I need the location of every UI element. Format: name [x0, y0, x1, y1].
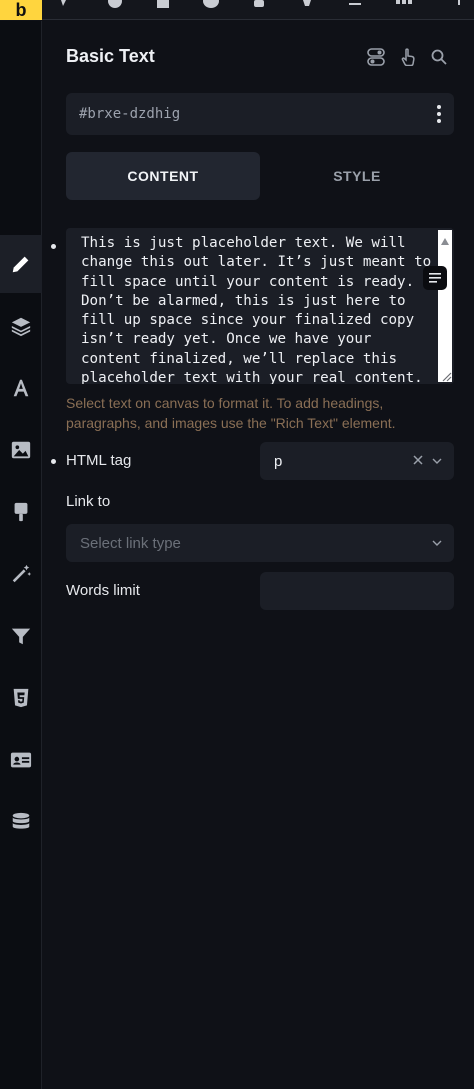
panel-title: Basic Text	[66, 46, 155, 66]
text-hint: Select text on canvas to format it. To a…	[66, 395, 396, 431]
chevron-down-icon[interactable]	[432, 538, 442, 548]
style-brush-tab[interactable]	[0, 483, 42, 541]
typography-icon	[13, 379, 29, 397]
width-icon[interactable]	[344, 0, 366, 10]
more-options-icon[interactable]	[436, 105, 442, 123]
brush-icon	[14, 502, 28, 522]
database-icon	[12, 812, 30, 829]
html-tag-select[interactable]: p	[260, 442, 454, 480]
magic-wand-icon	[12, 564, 32, 583]
layers-tab[interactable]	[0, 297, 42, 355]
css-tab[interactable]	[0, 669, 42, 727]
logo-letter: b	[15, 0, 27, 20]
left-icon-rail	[0, 21, 42, 1089]
filter-icon	[11, 628, 31, 645]
more-icon[interactable]	[448, 0, 470, 10]
pointer-hand-icon[interactable]	[397, 46, 419, 68]
link-type-placeholder: Select link type	[80, 534, 181, 552]
tab-content[interactable]: CONTENT	[66, 152, 260, 200]
html-tag-value: p	[274, 452, 283, 470]
text-format-button[interactable]	[423, 266, 447, 290]
top-toolbar: b	[0, 0, 474, 20]
query-tab[interactable]	[0, 793, 42, 851]
id-card-icon	[10, 752, 32, 768]
responsive-icon[interactable]	[296, 0, 318, 10]
filter-tab[interactable]	[0, 607, 42, 665]
effects-tab[interactable]	[0, 545, 42, 603]
list-bullet	[51, 244, 56, 249]
typography-tab[interactable]	[0, 359, 42, 417]
image-icon	[11, 441, 31, 459]
textarea-value: This is just placeholder text. We will c…	[81, 235, 440, 384]
textarea-scrollbar[interactable]	[438, 230, 452, 382]
css3-icon	[13, 688, 29, 708]
help-icon[interactable]	[104, 0, 126, 10]
pencil-icon	[12, 256, 29, 273]
list-bullet	[51, 459, 56, 464]
resize-handle-icon[interactable]	[440, 370, 452, 382]
layers-icon	[11, 317, 31, 337]
attributes-tab[interactable]	[0, 731, 42, 789]
media-tab[interactable]	[0, 421, 42, 479]
words-limit-label: Words limit	[66, 582, 140, 599]
text-content-textarea[interactable]: This is just placeholder text. We will c…	[66, 228, 454, 384]
words-limit-input[interactable]	[260, 572, 454, 610]
html-tag-label: HTML tag	[66, 452, 132, 469]
search-icon[interactable]	[428, 46, 450, 68]
toggle-switch-icon[interactable]	[365, 46, 387, 68]
link-to-label: Link to	[66, 493, 111, 510]
clear-icon[interactable]	[412, 454, 424, 466]
page-icon[interactable]	[152, 0, 174, 10]
bricks-logo[interactable]: b	[0, 0, 42, 20]
grid-icon[interactable]	[392, 0, 414, 10]
content-edit-tab[interactable]	[0, 235, 42, 293]
link-type-select[interactable]: Select link type	[66, 524, 454, 562]
element-id-text: #brxe-dzdhig	[79, 106, 181, 122]
align-lines-icon	[429, 273, 441, 283]
play-icon[interactable]	[52, 0, 74, 10]
scroll-up-arrow-icon[interactable]	[441, 238, 449, 245]
element-id-field[interactable]: #brxe-dzdhig	[66, 93, 454, 135]
palette-icon[interactable]	[200, 0, 222, 10]
settings-icon[interactable]	[248, 0, 270, 10]
tab-style[interactable]: STYLE	[260, 152, 454, 200]
chevron-down-icon[interactable]	[432, 456, 442, 466]
